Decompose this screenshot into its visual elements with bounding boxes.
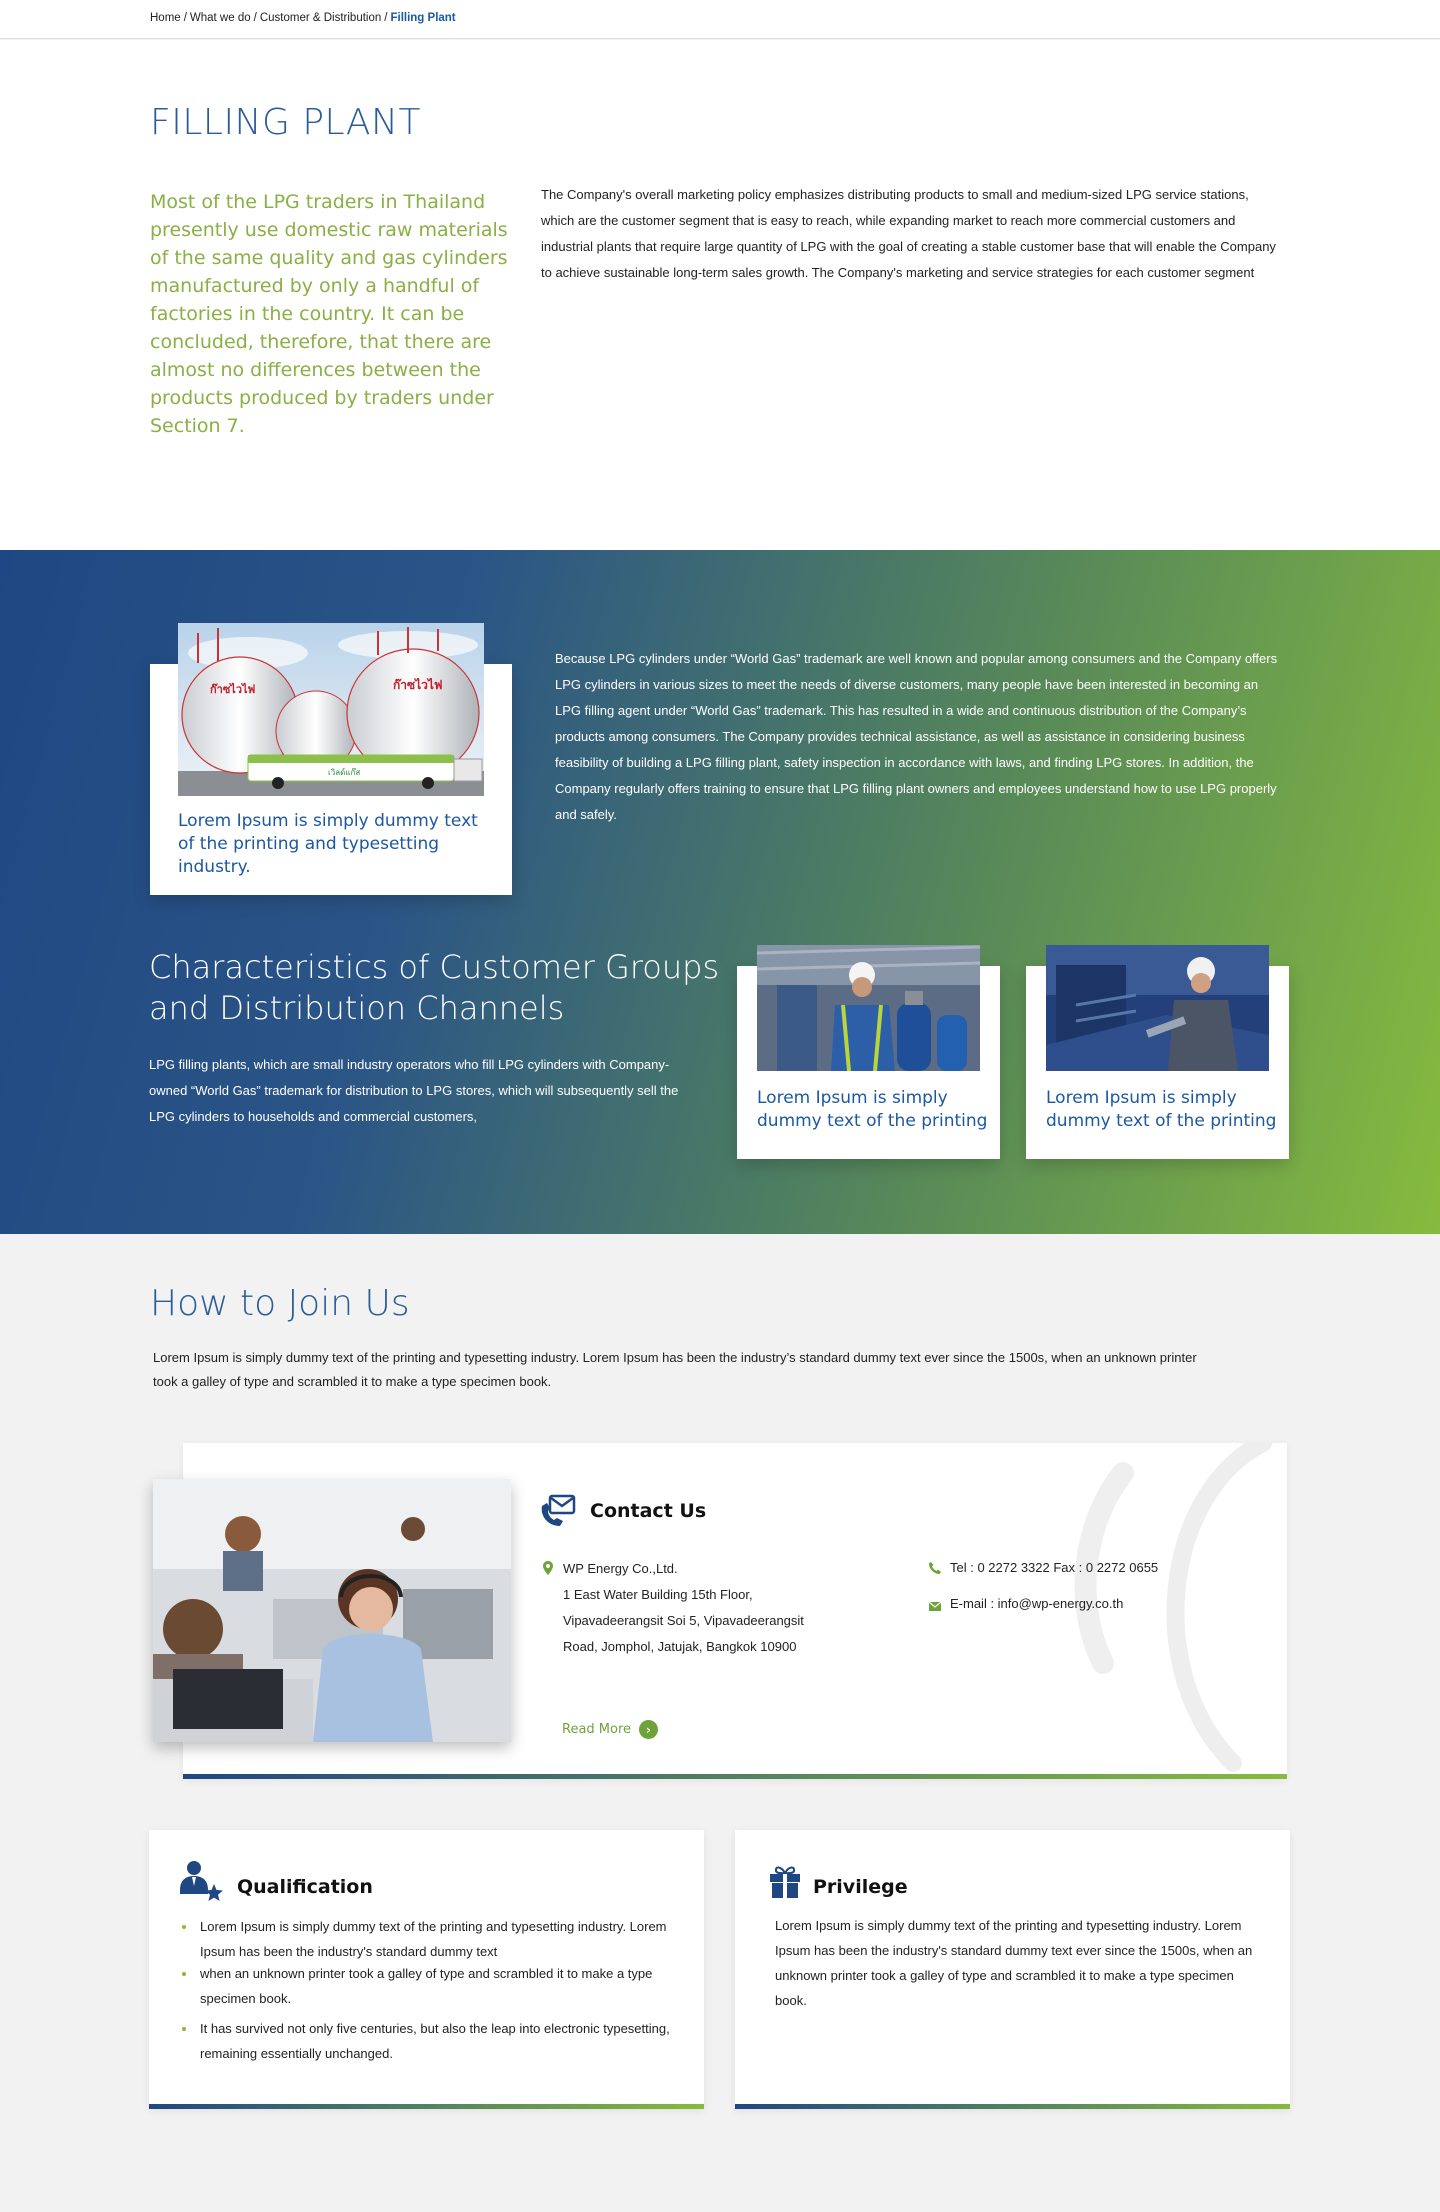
- characteristics-title: Characteristics of Customer Groups and D…: [149, 947, 719, 1029]
- qualification-title: Qualification: [237, 1876, 373, 1898]
- join-title: How to Join Us: [150, 1283, 410, 1324]
- worker-filling-photo: [757, 945, 980, 1071]
- list-item: It has survived not only five centuries,…: [182, 2016, 682, 2066]
- mail-icon: [928, 1598, 942, 1611]
- tank-sign: ก๊าซไวไฟ: [210, 682, 256, 696]
- address-block: WP Energy Co.,Ltd. 1 East Water Building…: [563, 1556, 863, 1660]
- breadcrumb-separator: /: [384, 12, 388, 24]
- call-center-photo: [153, 1479, 511, 1742]
- qualification-list: Lorem Ipsum is simply dummy text of the …: [182, 1914, 682, 2071]
- privilege-accent-bar: [735, 2104, 1290, 2109]
- email-text[interactable]: E-mail : info@wp-energy.co.th: [950, 1592, 1123, 1616]
- chevron-right-icon: ›: [639, 1720, 659, 1739]
- lpg-tanks-photo: ก๊าซไวไฟ ก๊าซไวไฟ เวิลด์แก๊ส: [178, 623, 484, 796]
- user-star-icon: [180, 1860, 226, 1904]
- intro-lead: Most of the LPG traders in Thailand pres…: [150, 191, 508, 437]
- breadcrumb-bar: Home / What we do / Customer & Distribution /…: [0, 0, 1440, 39]
- privilege-title: Privilege: [813, 1876, 908, 1898]
- phone-icon: [929, 1561, 941, 1574]
- worker-card-1-caption: Lorem Ipsum is simply dummy text of the …: [757, 1088, 988, 1131]
- breadcrumb-customer-distribution[interactable]: Customer & Distribution: [260, 12, 381, 24]
- breadcrumb: Home / What we do / Customer & Distribution /…: [150, 12, 456, 24]
- characteristics-text: LPG filling plants, which are small indu…: [149, 1057, 679, 1124]
- tank-sign: ก๊าซไวไฟ: [393, 677, 442, 692]
- band-text: Because LPG cylinders under “World Gas” …: [555, 651, 1278, 822]
- list-item: when an unknown printer took a galley of…: [182, 1961, 682, 2011]
- qualification-accent-bar: [149, 2104, 704, 2109]
- truck-logo: เวิลด์แก๊ส: [328, 767, 360, 777]
- breadcrumb-current: Filling Plant: [390, 12, 456, 24]
- breadcrumb-separator: /: [253, 12, 257, 24]
- gift-icon: [769, 1864, 801, 1898]
- breadcrumb-what-we-do[interactable]: What we do: [190, 12, 251, 24]
- join-text: Lorem Ipsum is simply dummy text of the …: [153, 1350, 1197, 1389]
- read-more-link[interactable]: Read More ›: [562, 1720, 659, 1739]
- worker-card-2[interactable]: Lorem Ipsum is simply dummy text of the …: [1026, 945, 1289, 1159]
- company-name: WP Energy Co.,Ltd.: [563, 1561, 678, 1576]
- list-item: Lorem Ipsum is simply dummy text of the …: [182, 1914, 682, 1964]
- contact-heading: Contact Us: [590, 1500, 707, 1522]
- privilege-text: Lorem Ipsum is simply dummy text of the …: [775, 1918, 1253, 2008]
- intro-text: The Company's overall marketing policy e…: [541, 187, 1276, 280]
- characteristics-title-line1: Characteristics of Customer Groups: [149, 948, 720, 986]
- contact-box-accent-bar: [183, 1774, 1287, 1779]
- characteristics-title-line2: and Distribution Channels: [149, 989, 565, 1027]
- map-pin-icon: [543, 1561, 553, 1575]
- read-more-label: Read More: [562, 1722, 632, 1737]
- address-line: 1 East Water Building 15th Floor,: [563, 1587, 753, 1602]
- phone-fax-text: Tel : 0 2272 3322 Fax : 0 2272 0655: [950, 1560, 1159, 1575]
- address-line: Road, Jomphol, Jatujak, Bangkok 10900: [563, 1639, 797, 1654]
- worker-card-1[interactable]: Lorem Ipsum is simply dummy text of the …: [737, 945, 1000, 1159]
- worker-inspection-photo: [1046, 945, 1269, 1071]
- envelope-phone-icon: [540, 1494, 576, 1528]
- breadcrumb-separator: /: [183, 12, 187, 24]
- featured-card-caption: Lorem Ipsum is simply dummy text of the …: [178, 811, 478, 877]
- page-title: FILLING PLANT: [150, 102, 421, 143]
- address-line: Vipavadeerangsit Soi 5, Vipavadeerangsit: [563, 1613, 804, 1628]
- breadcrumb-home[interactable]: Home: [150, 12, 181, 24]
- featured-card[interactable]: ก๊าซไวไฟ ก๊าซไวไฟ เวิลด์แก๊ส Lorem Ipsum…: [150, 623, 512, 895]
- worker-card-2-caption: Lorem Ipsum is simply dummy text of the …: [1046, 1088, 1277, 1131]
